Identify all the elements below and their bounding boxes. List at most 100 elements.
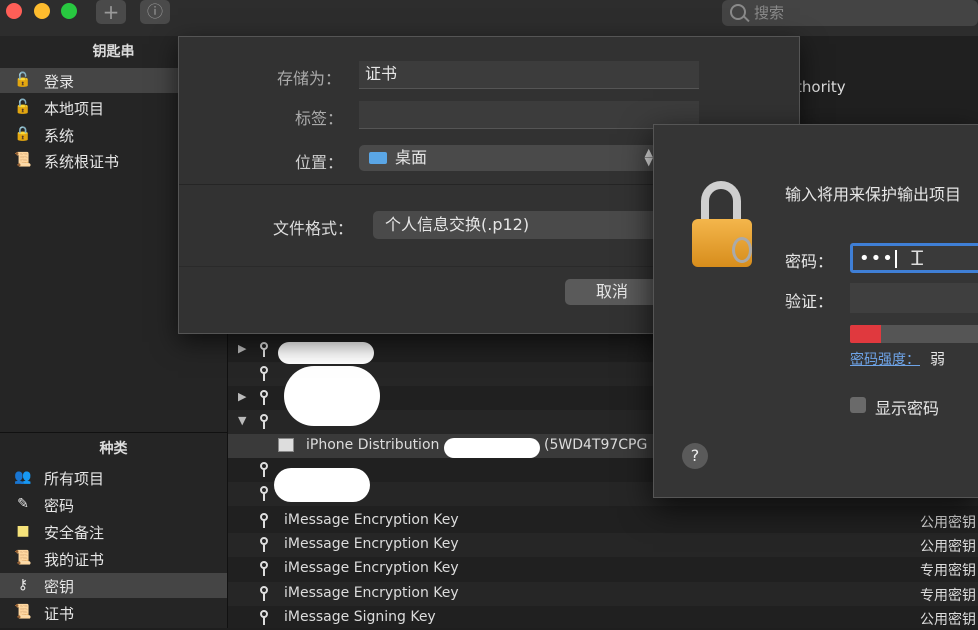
category-header: 种类 xyxy=(99,441,128,457)
add-item-button[interactable]: + xyxy=(96,0,126,24)
key-icon xyxy=(260,462,268,477)
disclosure-triangle-icon[interactable]: ▶ xyxy=(238,390,246,403)
file-format-popup[interactable]: 个人信息交换(.p12) xyxy=(373,211,663,239)
note-icon: ■ xyxy=(16,523,30,539)
lock-open-icon: 🔓 xyxy=(14,72,32,88)
key-icon xyxy=(260,586,268,601)
strength-label[interactable]: 密码强度： xyxy=(850,349,920,369)
lock-open-icon: 🔓 xyxy=(14,99,32,115)
redaction-mark xyxy=(278,342,374,364)
sidebar-item-my-certificates[interactable]: 📜 我的证书 xyxy=(0,546,227,571)
sidebar-item-label: 系统 xyxy=(44,127,75,145)
lock-icon xyxy=(692,181,758,271)
table-row[interactable]: iMessage Encryption Key 专用密钥 xyxy=(228,582,978,606)
save-as-field[interactable]: 证书 xyxy=(359,61,699,89)
tags-label: 标签： xyxy=(295,109,344,128)
key-icon xyxy=(260,366,268,381)
item-name: iMessage Signing Key xyxy=(284,609,436,625)
redaction-mark xyxy=(284,366,380,426)
password-label: 密码： xyxy=(785,252,834,271)
verify-label: 验证： xyxy=(785,292,834,311)
strength-value: 弱 xyxy=(930,350,946,368)
get-info-button[interactable]: ⓘ xyxy=(140,0,170,24)
sidebar-divider xyxy=(0,432,227,433)
close-window-button[interactable] xyxy=(6,3,22,19)
sidebar-item-label: 证书 xyxy=(44,605,75,623)
key-icon xyxy=(260,486,268,501)
password-field[interactable]: ••• Ꮖ xyxy=(850,243,978,273)
sidebar-item-label: 本地项目 xyxy=(44,100,105,118)
certificate-icon: 📜 xyxy=(14,550,32,566)
text-caret xyxy=(895,250,897,268)
certificate-icon: 📜 xyxy=(14,152,32,168)
location-popup[interactable]: 桌面 ▲ ▼ xyxy=(359,145,657,171)
tags-field[interactable] xyxy=(359,101,699,129)
pen-icon: ✎ xyxy=(17,496,29,512)
table-row[interactable]: iMessage Encryption Key 专用密钥 xyxy=(228,557,978,581)
table-row[interactable]: iMessage Encryption Key 公用密钥 xyxy=(228,533,978,557)
key-icon xyxy=(260,414,268,429)
disclosure-triangle-icon[interactable]: ▶ xyxy=(238,342,246,355)
people-icon: 👥 xyxy=(14,469,32,485)
key-icon xyxy=(260,561,268,576)
item-kind: 专用密钥 xyxy=(920,563,976,579)
key-icon xyxy=(260,610,268,625)
sidebar-item-label: 系统根证书 xyxy=(44,153,120,171)
disclosure-triangle-icon[interactable]: ▼ xyxy=(238,414,246,427)
item-kind: 专用密钥 xyxy=(920,588,976,604)
search-icon xyxy=(730,4,746,20)
sidebar-item-label: 我的证书 xyxy=(44,551,105,569)
password-strength-meter xyxy=(850,325,978,343)
table-row[interactable]: iMessage Signing Key 公用密钥 xyxy=(228,606,978,630)
search-field[interactable]: 搜索 xyxy=(722,0,978,26)
item-kind: 公用密钥 xyxy=(920,539,976,555)
sidebar-item-secure-notes[interactable]: ■ 安全备注 xyxy=(0,519,227,544)
partial-item-name: thority xyxy=(796,78,846,96)
sidebar-item-certificates[interactable]: 📜 证书 xyxy=(0,600,227,625)
sidebar-item-keys[interactable]: ⚷ 密钥 xyxy=(0,573,227,598)
sidebar-item-label: 所有项目 xyxy=(44,470,105,488)
verify-field[interactable] xyxy=(850,283,978,313)
zoom-window-button[interactable] xyxy=(61,3,77,19)
search-placeholder: 搜索 xyxy=(754,4,785,22)
sidebar-item-label: 安全备注 xyxy=(44,524,105,542)
plus-icon: + xyxy=(102,0,120,24)
item-name: iMessage Encryption Key xyxy=(284,512,459,528)
info-icon: ⓘ xyxy=(146,2,163,21)
chevron-updown-icon: ▲ ▼ xyxy=(644,146,653,168)
sidebar-item-passwords[interactable]: ✎ 密码 xyxy=(0,492,227,517)
format-label: 文件格式： xyxy=(273,219,354,238)
location-label: 位置： xyxy=(295,153,344,172)
item-kind: 公用密钥 xyxy=(920,612,976,628)
save-as-label: 存储为： xyxy=(277,69,342,88)
item-name: iMessage Encryption Key xyxy=(284,536,459,552)
key-icon xyxy=(260,513,268,528)
sidebar-item-label: 密钥 xyxy=(44,578,75,596)
strength-meter-fill xyxy=(850,325,881,343)
item-name: iMessage Encryption Key xyxy=(284,560,459,576)
key-icon xyxy=(260,342,268,357)
show-password-label[interactable]: 显示密码 xyxy=(875,395,939,419)
key-icon xyxy=(260,537,268,552)
cancel-button[interactable]: 取消 xyxy=(565,279,659,305)
item-name-suffix: (5WD4T97CPG xyxy=(544,437,648,453)
key-icon: ⚷ xyxy=(17,577,29,593)
key-icon xyxy=(260,390,268,405)
sidebar-item-label: 登录 xyxy=(44,73,75,91)
help-button[interactable]: ? xyxy=(682,443,708,469)
show-password-checkbox[interactable] xyxy=(850,397,866,413)
redaction-mark xyxy=(444,438,540,458)
item-name: iPhone Distribution xyxy=(306,437,440,453)
ibeam-cursor-icon: Ꮖ xyxy=(911,246,925,270)
folder-icon xyxy=(369,152,387,164)
table-row[interactable]: iMessage Encryption Key 公用密钥 xyxy=(228,509,978,533)
certificate-icon: 📜 xyxy=(14,604,32,620)
file-format-value: 个人信息交换(.p12) xyxy=(385,215,530,234)
sidebar-item-all-items[interactable]: 👥 所有项目 xyxy=(0,465,227,490)
window-toolbar: + ⓘ 搜索 xyxy=(0,0,978,36)
item-kind: 公用密钥 xyxy=(920,515,976,531)
item-name: iMessage Encryption Key xyxy=(284,585,459,601)
dialog-message: 输入将用来保护输出项目 xyxy=(785,185,962,204)
certificate-icon xyxy=(278,438,294,452)
minimize-window-button[interactable] xyxy=(34,3,50,19)
